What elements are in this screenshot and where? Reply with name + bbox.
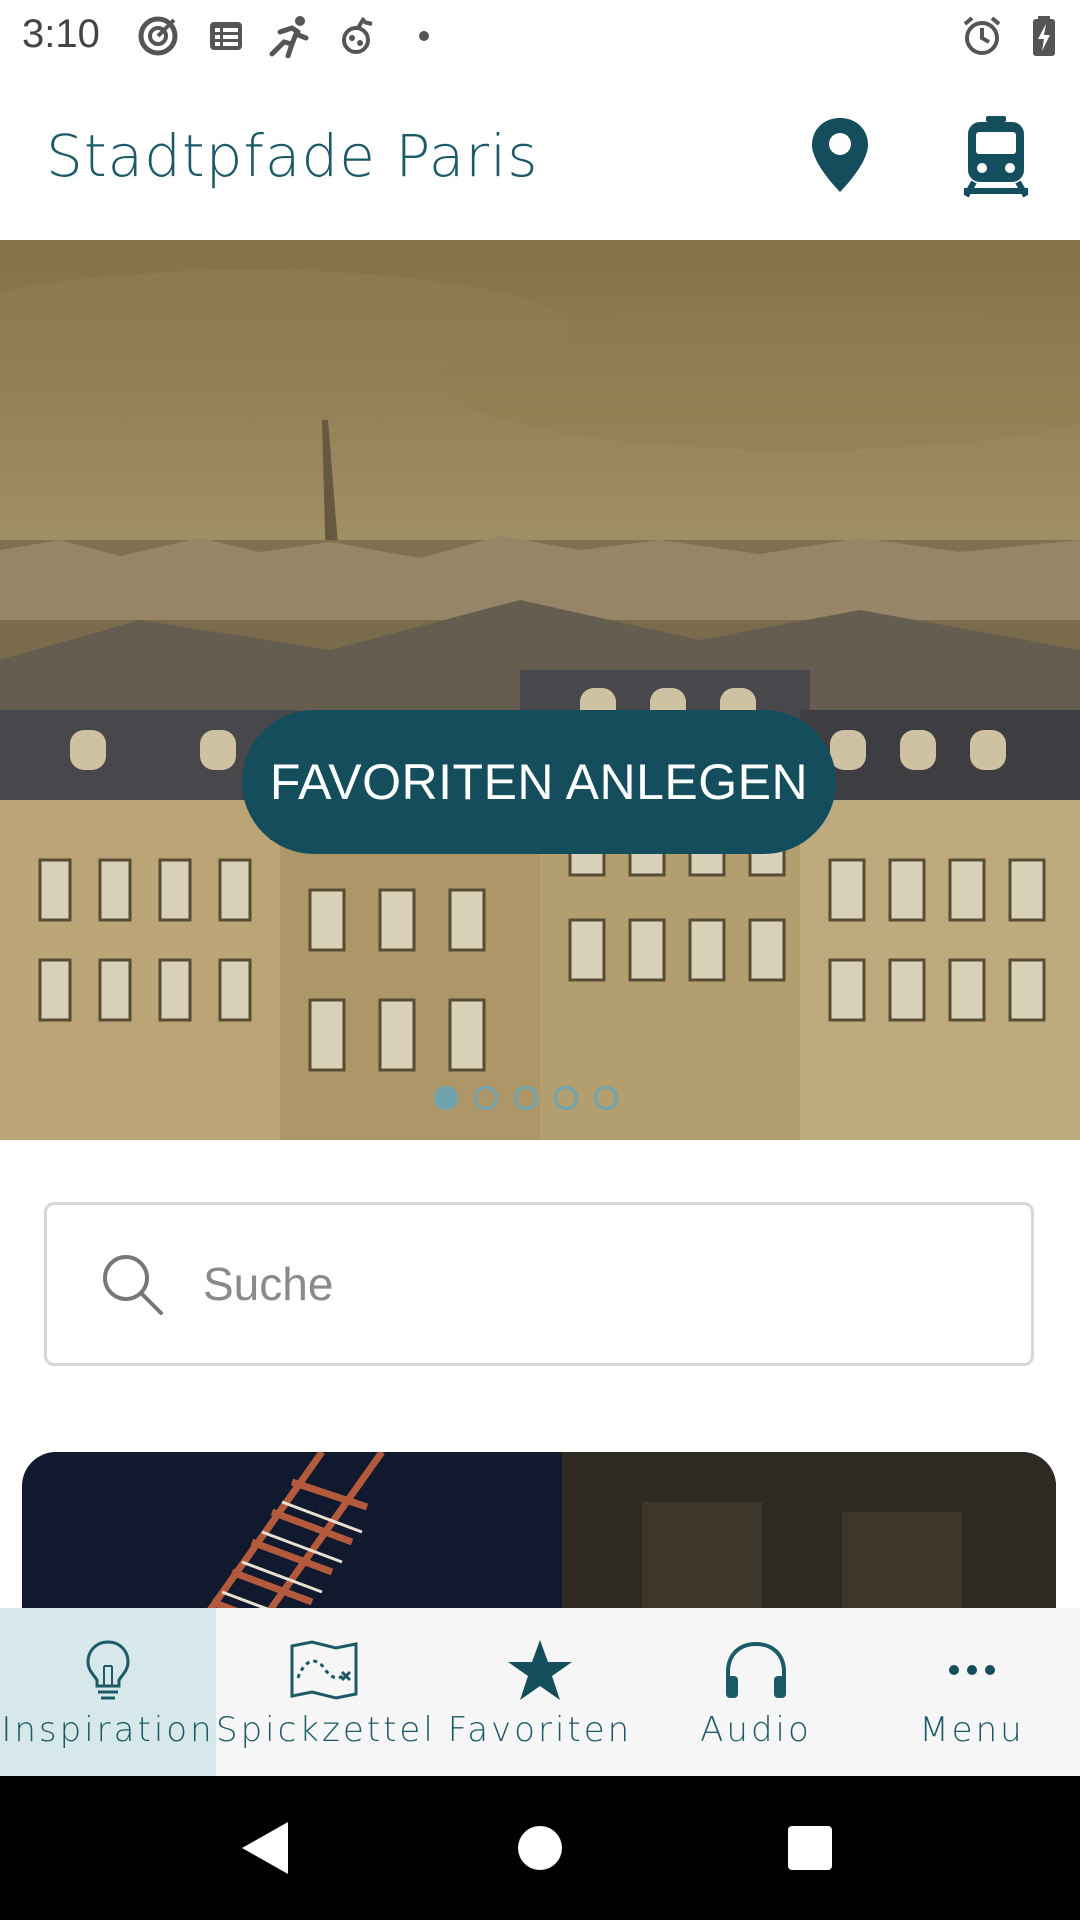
target-icon (136, 14, 180, 58)
app-header: Stadtpfade Paris (0, 72, 1080, 240)
recents-icon[interactable] (770, 1808, 850, 1888)
nav-item-favoriten[interactable]: Favoriten (432, 1608, 648, 1776)
search-box[interactable] (44, 1202, 1034, 1366)
hero-carousel[interactable]: FAVORITEN ANLEGEN (0, 240, 1080, 1140)
carousel-indicator (434, 1086, 618, 1116)
headphones-icon (716, 1638, 796, 1702)
bottom-navigation: Inspiration Spickzettel Favoriten Audio … (0, 1608, 1080, 1776)
add-favorites-button[interactable]: FAVORITEN ANLEGEN (242, 710, 836, 854)
train-icon[interactable] (956, 114, 1036, 198)
nav-label: Audio (700, 1710, 812, 1750)
nav-label: Spickzettel (216, 1710, 436, 1750)
search-input[interactable] (201, 1256, 945, 1312)
dot-icon (402, 14, 446, 58)
system-navigation-bar (0, 1776, 1080, 1920)
status-time: 3:10 (22, 12, 100, 56)
home-icon[interactable] (500, 1808, 580, 1888)
nav-label: Favoriten (447, 1710, 633, 1750)
nav-label: Inspiration (1, 1710, 215, 1750)
carousel-dot-active[interactable] (434, 1086, 458, 1110)
more-dots-icon (932, 1638, 1012, 1702)
star-icon (500, 1638, 580, 1702)
runner-icon (268, 14, 312, 58)
news-icon (204, 14, 248, 58)
alarm-icon (960, 14, 1004, 58)
carousel-dot[interactable] (474, 1086, 498, 1110)
status-bar: 3:10 (0, 0, 1080, 72)
back-icon[interactable] (226, 1808, 306, 1888)
battery-charging-icon (1022, 14, 1066, 58)
nav-label: Menu (919, 1710, 1025, 1750)
hero-image (0, 240, 1080, 1140)
nav-item-menu[interactable]: Menu (864, 1608, 1080, 1776)
app-title: Stadtpfade Paris (46, 122, 539, 190)
nav-item-audio[interactable]: Audio (648, 1608, 864, 1776)
map-pin-icon[interactable] (800, 114, 880, 198)
carousel-dot[interactable] (594, 1086, 618, 1110)
search-icon (103, 1255, 163, 1315)
fruit-icon (336, 14, 380, 58)
nav-item-inspiration[interactable]: Inspiration (0, 1608, 216, 1776)
carousel-dot[interactable] (514, 1086, 538, 1110)
map-route-icon (284, 1638, 364, 1702)
nav-item-spickzettel[interactable]: Spickzettel (216, 1608, 436, 1776)
carousel-dot[interactable] (554, 1086, 578, 1110)
lightbulb-icon (68, 1638, 148, 1702)
